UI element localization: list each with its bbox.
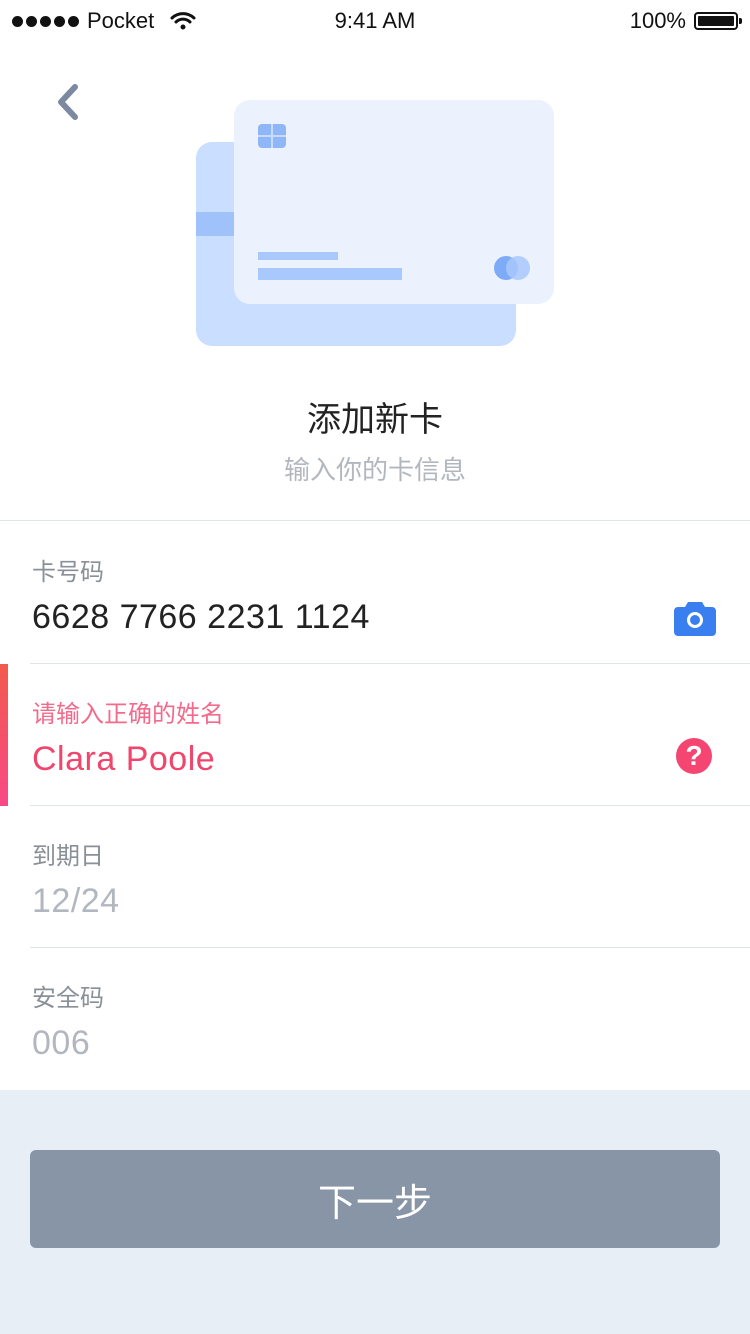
name-field[interactable]: 请输入正确的姓名 Clara Poole ?	[0, 664, 750, 806]
back-button[interactable]	[48, 82, 88, 122]
battery-icon	[694, 12, 742, 30]
card-number-input[interactable]: 6628 7766 2231 1124	[32, 598, 370, 637]
page-title: 添加新卡	[307, 401, 443, 439]
card-line	[258, 252, 338, 260]
cvv-field[interactable]: 安全码 006	[0, 948, 750, 1090]
card-stripe	[196, 212, 236, 236]
battery-percent: 100%	[629, 8, 686, 33]
card-number-label: 卡号码	[32, 559, 104, 586]
help-icon[interactable]: ?	[676, 738, 712, 774]
cvv-input[interactable]: 006	[32, 1024, 90, 1063]
expiry-label: 到期日	[32, 843, 104, 870]
status-bar: Pocket 9:41 AM 100%	[0, 0, 750, 44]
footer: 下一步	[0, 1090, 750, 1334]
camera-icon[interactable]	[674, 600, 716, 636]
card-illustration-front	[234, 100, 554, 304]
page-subtitle: 输入你的卡信息	[283, 455, 466, 485]
name-input[interactable]: Clara Poole	[32, 740, 215, 779]
card-brand-icon	[492, 256, 532, 280]
chevron-left-icon	[58, 84, 78, 120]
card-chip-icon	[258, 124, 286, 148]
card-number-field[interactable]: 卡号码 6628 7766 2231 1124	[0, 522, 750, 664]
name-error-label: 请输入正确的姓名	[32, 701, 224, 728]
next-button[interactable]: 下一步	[30, 1150, 720, 1248]
card-line	[258, 268, 402, 280]
cvv-label: 安全码	[32, 985, 104, 1012]
status-right: 100%	[629, 8, 742, 34]
error-indicator	[0, 664, 8, 806]
expiry-input[interactable]: 12/24	[32, 882, 120, 921]
divider	[0, 520, 750, 521]
expiry-field[interactable]: 到期日 12/24	[0, 806, 750, 948]
